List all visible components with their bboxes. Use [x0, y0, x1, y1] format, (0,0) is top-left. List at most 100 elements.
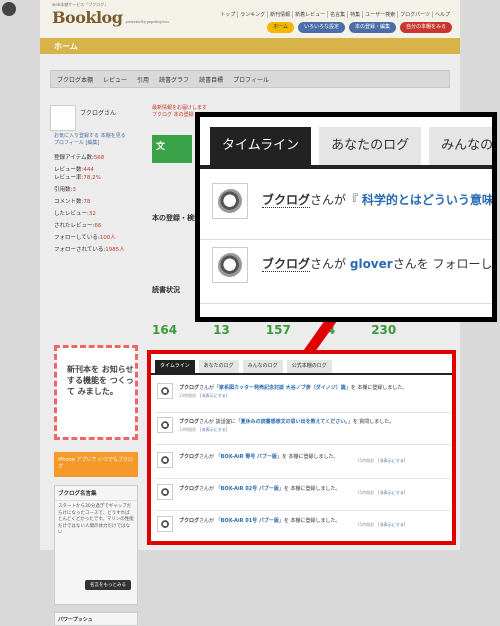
reading-count[interactable]: 13: [213, 323, 230, 337]
hide-link[interactable]: [非表示にする]: [200, 427, 227, 432]
topnav-features[interactable]: 特集: [348, 11, 364, 18]
quotes-box: ブクログ名言集 スタートから30分過ぎでギャップだらけになったコースで、どうすれ…: [54, 485, 138, 605]
subnav-profile[interactable]: プロフィール: [233, 75, 269, 84]
list-item: ブクログさんが 「BOX-AiR 02号 パブー版」を 本棚に登録しました。 1…: [157, 482, 447, 510]
hide-link[interactable]: [非表示にする]: [378, 490, 405, 495]
zoom-user-link[interactable]: glover: [350, 257, 393, 271]
follow-link[interactable]: お気に入り登録する 本棚を見る: [54, 133, 126, 140]
topnav-new-books[interactable]: 新刊情報: [268, 11, 294, 18]
reading-status-title: 読書状況: [152, 286, 180, 294]
reading-count[interactable]: 4: [327, 323, 335, 337]
green-banner[interactable]: 文: [152, 135, 192, 163]
zoom-tab-everyone-log[interactable]: みんなのログ: [429, 127, 492, 165]
subnav-quotes[interactable]: 引用: [137, 75, 149, 84]
item-link[interactable]: BOX-AiR 02号 パブー版: [221, 486, 279, 492]
more-quotes-button[interactable]: 名言をもっとみる: [85, 580, 131, 590]
zoom-row: ブクログさんが gloverさんを フォローし: [212, 247, 492, 307]
stat-review-rate: レビュー率:78.2%: [54, 175, 101, 181]
stat-comments: コメント数:78: [54, 199, 91, 205]
home-button[interactable]: ホーム: [267, 22, 294, 33]
stat-quotes: 引用数:3: [54, 187, 76, 193]
feed-tabs: タイムライン あなたのログ みんなのログ 公式本棚のログ: [155, 360, 332, 373]
list-item: ブクログさんが「家系図カッター発売記念対談 大谷ノブ彦（ダイノジ）篇」を 本棚に…: [157, 381, 447, 409]
topnav-help[interactable]: ヘルプ: [433, 11, 452, 18]
topnav-user-search[interactable]: ユーザー検索: [363, 11, 399, 18]
hedgehog-avatar-icon[interactable]: [212, 183, 248, 219]
divider: [200, 239, 492, 240]
tab-timeline[interactable]: タイムライン: [155, 360, 195, 373]
home-bar: ホーム: [40, 38, 460, 54]
divider: [155, 478, 451, 479]
timeline-feed-highlight: タイムライン あなたのログ みんなのログ 公式本棚のログ ブクログさんが「家系図…: [147, 350, 456, 545]
user-name[interactable]: ブクログさん: [80, 108, 116, 117]
profile-edit-link[interactable]: プロフィール [編集]: [54, 140, 126, 147]
topnav-top[interactable]: トップ: [218, 11, 239, 18]
item-link[interactable]: BOX-AiR 零号 パブー版: [221, 454, 277, 460]
tab-underline: [151, 373, 452, 375]
hedgehog-avatar-icon[interactable]: [157, 484, 173, 500]
zoom-row-text: ブクログさんが gloverさんを フォローし: [262, 257, 493, 272]
hide-link[interactable]: [非表示にする]: [200, 393, 227, 398]
hedgehog-avatar-icon[interactable]: [157, 516, 173, 532]
new-release-banner[interactable]: 新刊本を お知らせ する機能を つくって みました。: [54, 345, 138, 440]
item-link[interactable]: 家系図カッター発売記念対談 大谷ノブ彦（ダイノジ）篇: [219, 385, 346, 391]
tab-everyone-log[interactable]: みんなのログ: [242, 360, 283, 373]
news-link[interactable]: 最新情報をお届けします: [152, 105, 207, 112]
stat-reviews: レビュー数:444: [54, 167, 94, 173]
hedgehog-avatar-icon[interactable]: [157, 417, 173, 433]
reading-count[interactable]: 157: [266, 323, 291, 337]
hedgehog-avatar-icon[interactable]: [157, 383, 173, 399]
profile-avatar-icon: [2, 2, 16, 16]
topnav-ranking[interactable]: ランキング: [238, 11, 269, 18]
topnav-blog-parts[interactable]: ブログパーツ: [398, 11, 433, 18]
tab-official-log[interactable]: 公式本棚のログ: [286, 360, 332, 373]
zoom-tab-timeline[interactable]: タイムライン: [210, 127, 312, 165]
iphone-app-banner[interactable]: iPhone アプリで いつでもブクログ: [54, 452, 138, 477]
hide-link[interactable]: [非表示にする]: [378, 458, 405, 463]
home-title: ホーム: [54, 42, 78, 51]
subnav-reading-goal[interactable]: 読書目標: [199, 75, 223, 84]
divider: [200, 303, 492, 304]
divider: [155, 444, 451, 445]
zoom-row: ブクログさんが『 科学的とはどういう意味: [212, 183, 492, 243]
zoom-book-link[interactable]: 科学的とはどういう意味: [362, 193, 492, 207]
topnav-new-reviews[interactable]: 新着レビュー: [293, 11, 329, 18]
my-shelf-button[interactable]: 自分の本棚をみる: [399, 22, 452, 33]
reading-count[interactable]: 164: [152, 323, 177, 337]
timeline-zoom-callout: タイムライン あなたのログ みんなのログ ブクログさんが『 科学的とはどういう意…: [195, 112, 497, 322]
user-avatar[interactable]: [50, 105, 76, 131]
zoom-row-text: ブクログさんが『 科学的とはどういう意味: [262, 193, 494, 208]
hedgehog-avatar-icon[interactable]: [212, 247, 248, 283]
power-push-title: パワープッシュ: [54, 612, 138, 626]
hide-link[interactable]: [非表示にする]: [378, 522, 405, 527]
zoom-tab-your-log[interactable]: あなたのログ: [319, 127, 422, 165]
topnav-quotes[interactable]: 名言集: [328, 11, 349, 18]
list-item: ブクログさんが 「BOX-AiR 零号 パブー版」を 本棚に登録しました。 15…: [157, 450, 447, 478]
site-logo[interactable]: Booklog presented by paperboy&co.: [52, 8, 170, 27]
tab-your-log[interactable]: あなたのログ: [198, 360, 239, 373]
banner-text: 新刊本を お知らせ する機能を つくって みました。: [67, 365, 134, 396]
subnav-reviews[interactable]: レビュー: [103, 75, 127, 84]
item-link[interactable]: 夏休みの読書感想文の思い出を教えてください。: [241, 419, 348, 425]
register-search-title: 本の登録・検索: [152, 214, 201, 222]
subnav-reading-graph[interactable]: 読書グラフ: [159, 75, 189, 84]
settings-button[interactable]: いろいろな設定: [297, 22, 345, 33]
register-books-button[interactable]: 本の登録・編集: [348, 22, 396, 33]
list-item: ブクログさんが 「BOX-AiR 01号 パブー版」を 本棚に登録しました。 1…: [157, 514, 447, 541]
header-buttons: ホーム いろいろな設定 本の登録・編集 自分の本棚をみる: [267, 22, 452, 33]
subnav-shelf[interactable]: ブクログ本棚: [57, 75, 93, 84]
divider: [155, 510, 451, 511]
profile-links: お気に入り登録する 本棚を見る プロフィール [編集]: [54, 133, 126, 147]
reading-numbers: 164 13 157 4 230: [152, 323, 396, 337]
top-navigation: トップ ランキング 新刊情報 新着レビュー 名言集 特集 ユーザー検索 ブログパ…: [218, 11, 452, 18]
item-link[interactable]: BOX-AiR 01号 パブー版: [221, 518, 279, 524]
sub-navigation: ブクログ本棚 レビュー 引用 読書グラフ 読書目標 プロフィール: [50, 70, 450, 88]
site-header: web本棚サービス「ブクログ」 Booklog presented by pape…: [40, 0, 460, 38]
stat-followers: フォローされている:1985人: [54, 247, 125, 253]
stat-reviews-received: されたレビュー:66: [54, 223, 102, 229]
reading-count[interactable]: 230: [371, 323, 396, 337]
hedgehog-avatar-icon[interactable]: [157, 452, 173, 468]
divider: [155, 412, 451, 413]
list-item: ブクログさんが 談話室に「夏休みの読書感想文の思い出を教えてください。」を 質問…: [157, 415, 447, 443]
zoom-tab-underline: [200, 165, 492, 169]
